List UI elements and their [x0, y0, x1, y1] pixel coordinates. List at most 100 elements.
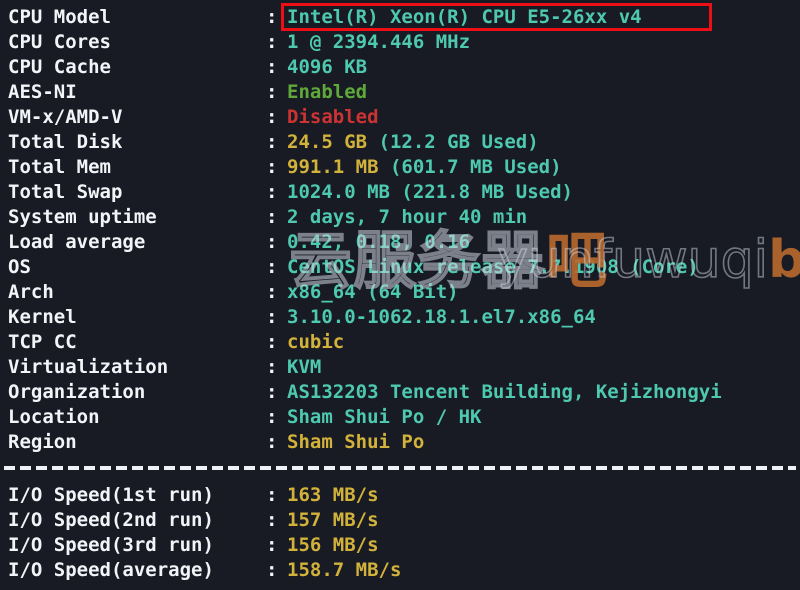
info-label: Kernel: [8, 306, 77, 328]
info-colon: :: [266, 131, 278, 153]
dashed-rule: [4, 466, 796, 470]
section-separator: [4, 466, 796, 470]
info-value-main: AS132203 Tencent Building, Kejizhongyi: [287, 381, 722, 403]
io-speed-value: 163 MB/s: [287, 483, 379, 508]
info-colon: :: [266, 256, 278, 278]
info-label: OS: [8, 256, 31, 278]
info-row: Virtualization: KVM: [0, 355, 800, 380]
info-value-main: Sham Shui Po / HK: [287, 406, 482, 428]
info-value: KVM: [287, 355, 321, 380]
info-value-detail: (601.7 MB Used): [378, 156, 562, 178]
info-colon: :: [266, 231, 278, 253]
io-speed-label: I/O Speed(average): [8, 559, 214, 581]
info-label: TCP CC: [8, 331, 77, 353]
info-value-main: 24.5 GB: [287, 131, 368, 153]
info-row: Total Mem:991.1 MB (601.7 MB Used): [0, 155, 800, 180]
info-label: Arch: [8, 281, 54, 303]
io-speed-block: I/O Speed(1st run):163 MB/s I/O Speed(2nd…: [0, 483, 800, 583]
info-value-main: 991.1 MB: [287, 156, 379, 178]
info-label: Location: [8, 406, 100, 428]
info-value-main: Sham Shui Po: [287, 431, 425, 453]
io-speed-label: I/O Speed(2nd run): [8, 509, 214, 531]
info-value: Enabled: [287, 80, 367, 105]
info-row: Load average:0.42, 0.18, 0.16: [0, 230, 800, 255]
info-row: System uptime:2 days, 7 hour 40 min: [0, 205, 800, 230]
info-value: Intel(R) Xeon(R) CPU E5-26xx v4: [287, 5, 642, 30]
info-row: Region: Sham Shui Po: [0, 430, 800, 455]
info-value: Sham Shui Po / HK: [287, 405, 481, 430]
io-speed-value-main: 156 MB/s: [287, 534, 379, 556]
info-value: 4096 KB: [287, 55, 367, 80]
info-value-main: Disabled: [287, 106, 379, 128]
info-value-main: x86_64 (64 Bit): [287, 281, 459, 303]
info-label: CPU Model: [8, 6, 111, 28]
info-label: Total Swap: [8, 181, 123, 203]
info-label: Total Disk: [8, 131, 123, 153]
info-value-main: Enabled: [287, 81, 368, 103]
info-label: Virtualization: [8, 356, 169, 378]
info-row: TCP CC: cubic: [0, 330, 800, 355]
system-info-block: CPU Model: Intel(R) Xeon(R) CPU E5-26xx v…: [0, 5, 800, 455]
info-value: cubic: [287, 330, 344, 355]
info-value-main: cubic: [287, 331, 345, 353]
info-value-main: 0.42, 0.18, 0.16: [287, 231, 471, 253]
info-label: AES-NI: [8, 81, 77, 103]
info-row: AES-NI: Enabled: [0, 80, 800, 105]
info-value-main: CentOS Linux release 7.7.1908 (Core): [287, 256, 699, 278]
io-speed-row: I/O Speed(average):158.7 MB/s: [0, 558, 800, 583]
info-label: Organization: [8, 381, 146, 403]
info-value-detail: (221.8 MB Used): [389, 181, 573, 203]
info-value: Disabled: [287, 105, 379, 130]
info-value-main: 1 @ 2394.446 MHz: [287, 31, 471, 53]
info-colon: :: [266, 331, 278, 353]
io-speed-value-main: 158.7 MB/s: [287, 559, 402, 581]
io-speed-value-main: 157 MB/s: [287, 509, 379, 531]
info-row: Location: Sham Shui Po / HK: [0, 405, 800, 430]
info-colon: :: [266, 56, 278, 78]
io-speed-row: I/O Speed(1st run):163 MB/s: [0, 483, 800, 508]
info-row: Total Swap:1024.0 MB (221.8 MB Used): [0, 180, 800, 205]
info-value-main: KVM: [287, 356, 322, 378]
info-value-main: 1024.0 MB: [287, 181, 390, 203]
info-value: 24.5 GB (12.2 GB Used): [287, 130, 539, 155]
io-speed-row: I/O Speed(3rd run):156 MB/s: [0, 533, 800, 558]
info-row: CPU Model: Intel(R) Xeon(R) CPU E5-26xx v…: [0, 5, 800, 30]
info-value-main: Intel(R) Xeon(R) CPU E5-26xx v4: [287, 6, 642, 28]
info-colon: :: [266, 81, 278, 103]
info-row: Total Disk:24.5 GB (12.2 GB Used): [0, 130, 800, 155]
info-row: Arch: x86_64 (64 Bit): [0, 280, 800, 305]
info-row: CPU Cache:4096 KB: [0, 55, 800, 80]
info-value: 991.1 MB (601.7 MB Used): [287, 155, 562, 180]
info-value: 1 @ 2394.446 MHz: [287, 30, 470, 55]
info-value: CentOS Linux release 7.7.1908 (Core): [287, 255, 699, 280]
info-colon: :: [266, 31, 278, 53]
info-label: CPU Cores: [8, 31, 111, 53]
io-speed-label: I/O Speed(1st run): [8, 484, 214, 506]
io-speed-row: I/O Speed(2nd run):157 MB/s: [0, 508, 800, 533]
info-value: x86_64 (64 Bit): [287, 280, 459, 305]
info-colon: :: [266, 381, 278, 403]
info-value: 0.42, 0.18, 0.16: [287, 230, 470, 255]
info-value: AS132203 Tencent Building, Kejizhongyi: [287, 380, 722, 405]
info-value: 2 days, 7 hour 40 min: [287, 205, 527, 230]
info-row: OS: CentOS Linux release 7.7.1908 (Core): [0, 255, 800, 280]
info-row: CPU Cores:1 @ 2394.446 MHz: [0, 30, 800, 55]
io-speed-label: I/O Speed(3rd run): [8, 534, 214, 556]
info-colon: :: [266, 156, 278, 178]
info-row: VM-x/AMD-V: Disabled: [0, 105, 800, 130]
io-speed-value: 158.7 MB/s: [287, 558, 401, 583]
info-colon: :: [266, 106, 278, 128]
info-label: Load average: [8, 231, 146, 253]
info-label: Region: [8, 431, 77, 453]
info-value: 1024.0 MB (221.8 MB Used): [287, 180, 573, 205]
info-value-main: 3.10.0-1062.18.1.el7.x86_64: [287, 306, 596, 328]
info-row: Kernel:3.10.0-1062.18.1.el7.x86_64: [0, 305, 800, 330]
info-row: Organization: AS132203 Tencent Building, …: [0, 380, 800, 405]
io-speed-colon: :: [266, 484, 278, 506]
info-colon: :: [266, 181, 278, 203]
io-speed-colon: :: [266, 559, 278, 581]
io-speed-value: 156 MB/s: [287, 533, 379, 558]
info-colon: :: [266, 6, 278, 28]
info-colon: :: [266, 206, 278, 228]
io-speed-value: 157 MB/s: [287, 508, 379, 533]
